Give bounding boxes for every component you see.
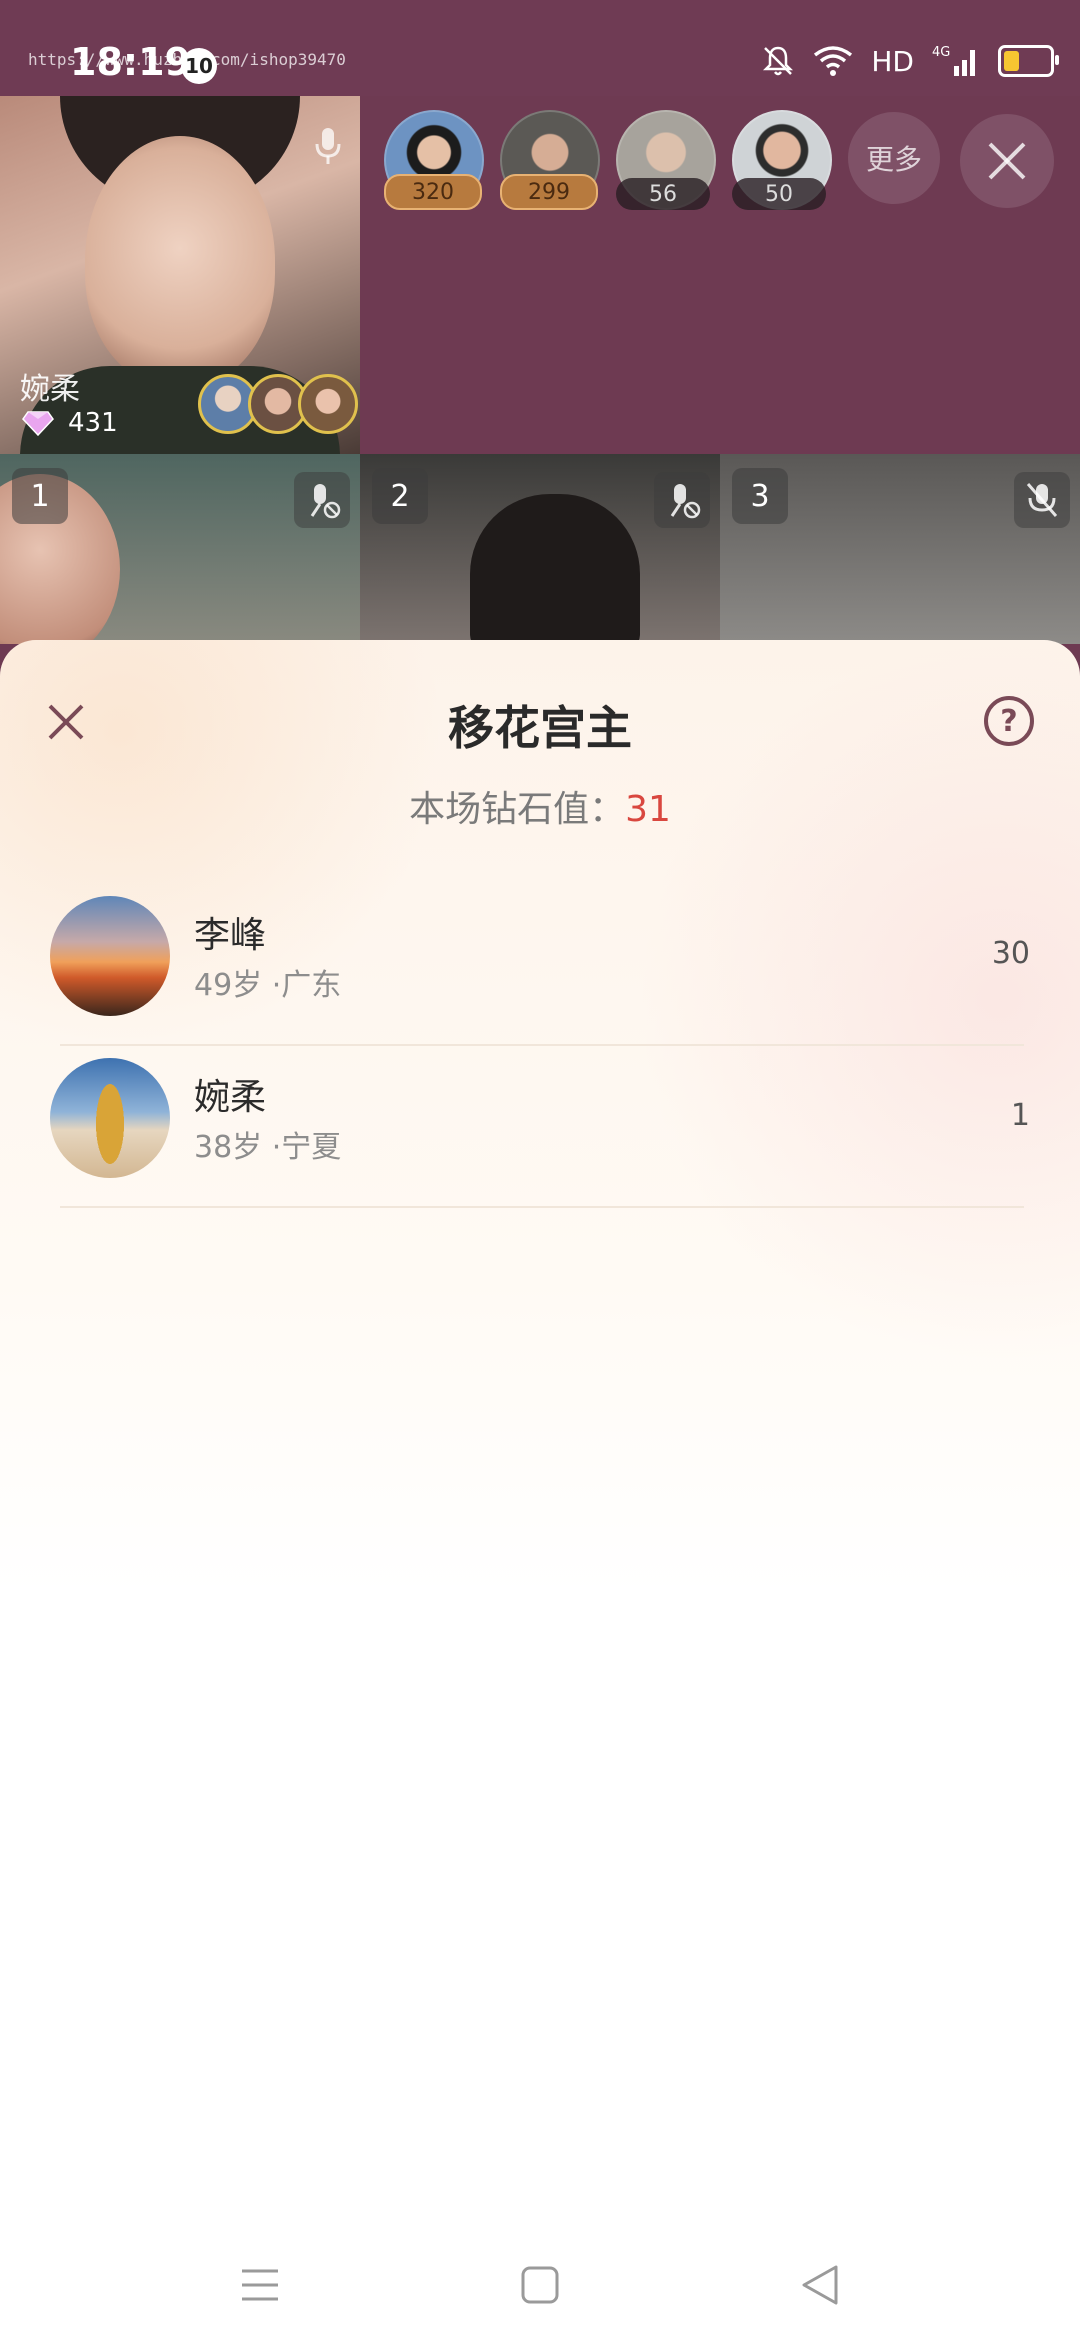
menu-button[interactable] [235,2260,285,2310]
contributor-name: 李峰 [194,915,267,956]
notification-count-badge: 10 [181,48,217,84]
seat-mic-status[interactable] [294,472,350,528]
avatar[interactable] [50,1058,170,1178]
status-icons: HD 4G [761,44,1059,78]
list-item[interactable]: 李峰 49岁 ·广东 30 [0,894,1080,1056]
host-video-tile[interactable]: 婉柔 431 [0,96,360,454]
seat-mic-status[interactable] [1014,472,1070,528]
host-name: 婉柔 [20,372,80,407]
network-hd-label: HD [871,44,914,78]
guest-seat[interactable]: 3 [720,454,1080,644]
viewer-score-badge: 299 [500,174,598,210]
top-viewers-list: 320 299 56 50 [384,110,832,210]
signal-4g-label: 4G [932,45,950,60]
list-item[interactable]: 婉柔 38岁 ·宁夏 1 [0,1056,1080,1218]
signal-icon: 4G [932,45,975,76]
help-icon: ? [1000,703,1018,739]
seat-number: 3 [732,468,788,524]
guest-seat[interactable]: 1 [0,454,360,644]
viewer-score-badge: 50 [732,178,826,210]
battery-level [1004,51,1019,71]
contributor-name: 婉柔 [194,1077,267,1118]
diamond-total-value: 31 [625,789,671,830]
viewer-score-badge: 56 [616,178,710,210]
mic-off-icon [310,484,341,519]
fan-avatar[interactable] [298,374,358,434]
back-button[interactable] [795,2260,845,2310]
contribution-sheet: 移花宫主 ? 本场钻石值：31 李峰 49岁 ·广东 30 婉柔 38岁 ·宁夏… [0,640,1080,2230]
home-button[interactable] [515,2260,565,2310]
host-video-face [85,136,275,386]
guest-seats: 1 2 3 [0,454,1080,644]
diamond-total: 本场钻石值：31 [0,780,1080,832]
help-button[interactable]: ? [984,696,1034,746]
live-room-screen: https://www.huzhan.com/ishop39470 18:19 … [0,0,1080,2340]
guest-seat[interactable]: 2 [360,454,720,644]
contributor-age-location: 49岁 ·广东 [194,968,342,1003]
divider [60,1044,1024,1046]
top-viewer[interactable]: 299 [500,110,600,210]
system-navigation-bar [0,2230,1080,2340]
contributor-list: 李峰 49岁 ·广东 30 婉柔 38岁 ·宁夏 1 [0,894,1080,1218]
microphone-icon[interactable] [314,126,342,166]
more-viewers-button[interactable]: 更多 [848,112,940,204]
host-diamond-count: 431 [22,408,118,438]
contributor-diamonds: 30 [991,936,1030,971]
guest-video-hair [470,494,640,644]
status-bar: https://www.huzhan.com/ishop39470 18:19 … [0,0,1080,96]
back-icon [802,2265,838,2305]
close-icon [988,142,1026,180]
battery-icon [998,45,1059,77]
contributor-diamonds: 1 [1010,1098,1030,1133]
host-fan-avatars[interactable] [198,374,358,434]
seat-mic-status[interactable] [654,472,710,528]
diamond-icon [22,411,54,436]
close-room-button[interactable] [960,114,1054,208]
seat-number: 2 [372,468,428,524]
diamond-total-label: 本场钻石值： [409,789,626,830]
top-viewer[interactable]: 50 [732,110,832,210]
top-viewer[interactable]: 320 [384,110,484,210]
host-diamond-value: 431 [68,408,118,438]
avatar[interactable] [50,896,170,1016]
menu-icon [242,2269,278,2301]
divider [60,1206,1024,1208]
silent-bell-icon [763,46,794,76]
seat-number: 1 [12,468,68,524]
wifi-icon [814,46,853,76]
sheet-title: 移花宫主 [448,701,632,755]
viewer-score-badge: 320 [384,174,482,210]
mic-off-icon [670,484,701,519]
home-icon [521,2266,559,2304]
mic-off-icon [1026,483,1058,517]
contributor-age-location: 38岁 ·宁夏 [194,1130,342,1165]
top-viewer[interactable]: 56 [616,110,716,210]
status-time: 18:19 [70,40,191,84]
